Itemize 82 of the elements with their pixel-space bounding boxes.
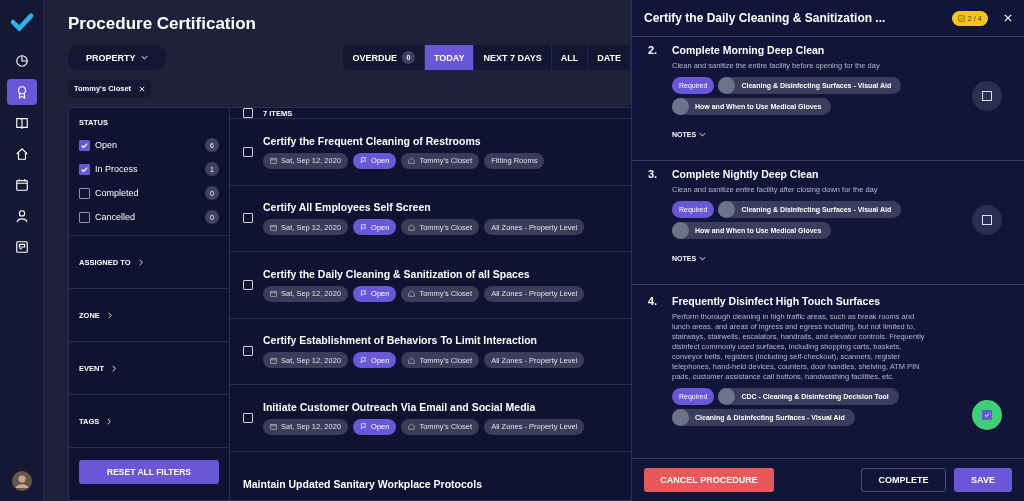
task-title[interactable]: Certify the Daily Cleaning & Sanitization of all Spaces bbox=[263, 267, 585, 280]
flag-icon bbox=[360, 223, 368, 231]
chevron-right-icon bbox=[138, 258, 143, 266]
complete-button[interactable]: COMPLETE bbox=[861, 468, 946, 492]
page-title: Procedure Certification bbox=[68, 14, 257, 34]
close-icon[interactable] bbox=[139, 85, 146, 92]
thumbnail-photo-placeholder bbox=[718, 388, 736, 405]
reset-filters-button[interactable]: RESET ALL FILTERS bbox=[79, 460, 219, 484]
home-icon bbox=[408, 356, 416, 364]
step-number: 3. bbox=[647, 168, 659, 182]
filter-label: Cancelled bbox=[95, 212, 137, 222]
filter-label: In Process bbox=[95, 164, 139, 174]
tab-label: OVERDUE bbox=[352, 52, 397, 63]
row-checkbox[interactable] bbox=[243, 146, 253, 157]
checkbox[interactable] bbox=[982, 410, 992, 420]
flag-icon bbox=[360, 157, 368, 165]
panel-title: Certify the Daily Cleaning & Sanitization ... bbox=[644, 11, 887, 25]
filter-label: Completed bbox=[95, 188, 140, 198]
checkbox[interactable] bbox=[79, 187, 90, 199]
avatar-silhouette-icon bbox=[11, 471, 32, 491]
step-check-button[interactable] bbox=[972, 400, 1002, 430]
step-title: Frequently Disinfect High Touch Surfaces bbox=[672, 295, 882, 307]
cancel-procedure-button[interactable]: CANCEL PROCEDURE bbox=[644, 468, 774, 492]
task-title[interactable]: Maintain Updated Sanitary Workplace Protocols bbox=[243, 478, 483, 491]
step-title: Complete Nightly Deep Clean bbox=[672, 168, 820, 180]
step-check-button[interactable] bbox=[972, 205, 1002, 235]
date-tab[interactable]: ALL bbox=[551, 45, 589, 70]
chevron-down-icon bbox=[699, 256, 707, 261]
person-icon bbox=[14, 209, 29, 223]
home-icon bbox=[408, 423, 416, 431]
chevron-right-icon bbox=[107, 417, 112, 425]
chevron-down-icon bbox=[699, 132, 707, 137]
calendar-icon bbox=[270, 423, 277, 431]
filter-label: Open bbox=[95, 140, 119, 150]
nav-item[interactable] bbox=[6, 79, 37, 105]
step-title: Complete Morning Deep Clean bbox=[672, 44, 826, 56]
calendar-icon bbox=[270, 356, 277, 364]
save-button[interactable]: SAVE bbox=[954, 468, 1012, 492]
flag-icon bbox=[360, 423, 368, 431]
thumbnail-photo-placeholder bbox=[718, 77, 736, 94]
calendar-icon bbox=[270, 157, 277, 165]
step-check-button[interactable] bbox=[972, 81, 1002, 111]
row-checkbox[interactable] bbox=[243, 213, 253, 224]
pie-chart-icon bbox=[14, 54, 29, 68]
home-icon bbox=[408, 223, 416, 231]
calendar-icon bbox=[14, 178, 29, 192]
row-checkbox[interactable] bbox=[243, 412, 253, 423]
task-title[interactable]: Certify the Frequent Cleaning of Restrooms bbox=[263, 134, 545, 147]
step-number: 2. bbox=[647, 44, 659, 58]
task-title[interactable]: Certify All Employees Self Screen bbox=[263, 201, 585, 214]
task-title[interactable]: Initiate Customer Outreach Via Email and Social Media bbox=[263, 400, 585, 413]
checkmark-logo-icon bbox=[10, 12, 33, 32]
date-tab[interactable]: NEXT 7 DAYS bbox=[474, 45, 552, 70]
checkbox[interactable] bbox=[79, 139, 90, 151]
checklist-icon bbox=[958, 14, 966, 22]
thumbnail-photo-placeholder bbox=[672, 98, 689, 115]
dashboard-icon bbox=[14, 240, 29, 254]
calendar-icon bbox=[270, 290, 277, 298]
row-checkbox[interactable] bbox=[243, 346, 253, 357]
row-checkbox[interactable] bbox=[243, 279, 253, 290]
date-tab[interactable]: TODAY bbox=[424, 45, 475, 70]
home-icon bbox=[14, 147, 29, 161]
home-icon bbox=[408, 290, 416, 298]
close-icon[interactable] bbox=[1004, 14, 1012, 22]
select-all-checkbox[interactable] bbox=[243, 108, 253, 118]
checkbox[interactable] bbox=[79, 163, 90, 175]
thumbnail-photo-placeholder bbox=[672, 222, 689, 239]
book-icon bbox=[14, 116, 29, 130]
checkbox[interactable] bbox=[79, 211, 90, 223]
home-icon bbox=[408, 157, 416, 165]
property-dropdown[interactable]: PROPERTY bbox=[68, 45, 166, 70]
flag-icon bbox=[360, 290, 368, 298]
caret-icon bbox=[140, 55, 148, 60]
flag-icon bbox=[360, 356, 368, 364]
checkmark-icon bbox=[983, 411, 991, 419]
chevron-right-icon bbox=[112, 364, 116, 372]
task-title[interactable]: Certify Establishment of Behaviors To Limit Interaction bbox=[263, 334, 585, 347]
calendar-icon bbox=[270, 223, 277, 231]
thumbnail-photo-placeholder bbox=[672, 409, 689, 426]
thumbnail-photo-placeholder bbox=[718, 201, 736, 218]
step-number: 4. bbox=[647, 295, 659, 309]
chevron-right-icon bbox=[107, 311, 112, 319]
